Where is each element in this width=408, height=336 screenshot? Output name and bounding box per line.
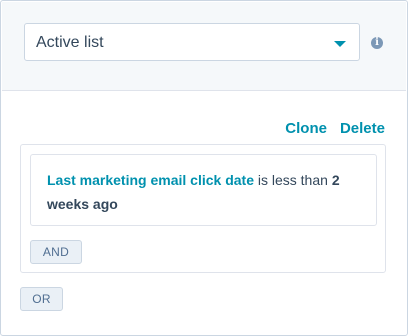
info-icon[interactable]: i	[371, 37, 383, 49]
filter-value-unit: weeks ago	[47, 196, 118, 212]
filter-group: Last marketing email click date is less …	[20, 144, 386, 273]
list-type-dropdown[interactable]: Active list	[24, 23, 360, 61]
or-button[interactable]: OR	[20, 287, 63, 311]
list-type-selected-value: Active list	[36, 34, 104, 51]
filter-operator: is less than	[253, 172, 332, 188]
filter-panel: Active list i Clone Delete Last marketing…	[0, 0, 408, 336]
filter-property[interactable]: Last marketing email click date	[47, 172, 254, 188]
filter-condition-card[interactable]: Last marketing email click date is less …	[30, 154, 377, 226]
delete-link[interactable]: Delete	[340, 120, 385, 137]
clone-link[interactable]: Clone	[285, 120, 327, 137]
filter-value-number: 2	[331, 172, 340, 188]
and-button[interactable]: AND	[30, 240, 82, 264]
list-type-header: Active list i	[2, 2, 406, 91]
group-actions: Clone Delete	[285, 120, 385, 137]
chevron-down-icon	[334, 41, 346, 47]
